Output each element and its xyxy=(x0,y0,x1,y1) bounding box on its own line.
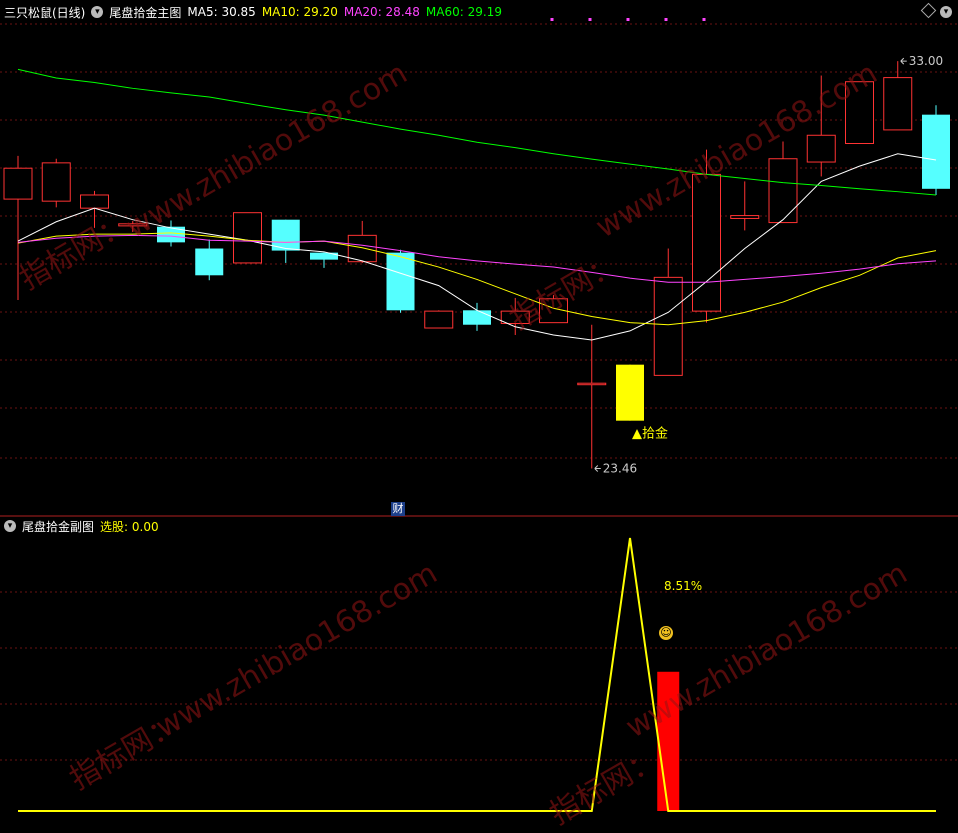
main-indicator-name[interactable]: 尾盘拾金主图 xyxy=(109,4,181,21)
max-arrow xyxy=(900,57,907,65)
candles xyxy=(3,61,950,469)
sub-chart: 8.51% xyxy=(18,537,936,812)
signal-dot xyxy=(626,18,630,21)
chevron-down-icon[interactable]: ▾ xyxy=(4,520,16,532)
stock-title: 三只松鼠(日线) xyxy=(4,5,86,20)
chevron-down-icon[interactable]: ▾ xyxy=(940,6,952,18)
select-line xyxy=(18,537,936,812)
candle-body xyxy=(806,134,836,163)
candle-body xyxy=(195,248,224,276)
candle-body xyxy=(883,77,913,131)
sub-indicator-name[interactable]: 尾盘拾金副图 xyxy=(22,518,94,535)
max-price-label: 33.00 xyxy=(909,54,943,68)
signal-dot xyxy=(702,18,706,21)
chart-canvas: 33.00 23.46 ▲拾金 8.51% xyxy=(0,18,958,812)
candle-body xyxy=(692,173,721,312)
percent-label: 8.51% xyxy=(664,579,702,593)
signal-label: ▲拾金 xyxy=(632,426,668,442)
candle-body xyxy=(80,194,109,209)
candle-body xyxy=(463,310,491,325)
main-header: 三只松鼠(日线) ▾ 尾盘拾金主图 MA5: 30.85 MA10: 29.20… xyxy=(4,3,508,21)
ma-line-ma20 xyxy=(17,234,937,283)
ma10-value: MA10: 29.20 xyxy=(261,5,338,19)
candle-body xyxy=(768,158,798,224)
signal-dot xyxy=(588,18,592,21)
candle-body xyxy=(616,364,644,421)
candle-body xyxy=(233,212,262,264)
candle-body xyxy=(347,234,377,263)
candle-body xyxy=(500,310,530,324)
candle-body xyxy=(730,215,760,219)
signal-dots xyxy=(550,18,706,21)
candle-body xyxy=(845,81,874,144)
cai-badge[interactable]: 财 xyxy=(391,502,405,516)
chevron-down-icon[interactable]: ▾ xyxy=(91,6,104,18)
candle-body xyxy=(922,114,950,189)
candle-body xyxy=(577,382,607,386)
candle-body xyxy=(386,252,415,311)
candle-body xyxy=(3,167,33,200)
select-value: 选股: 0.00 xyxy=(100,519,159,534)
signal-dot xyxy=(550,18,554,21)
min-price-label: 23.46 xyxy=(603,461,637,475)
candle-body xyxy=(118,223,148,227)
signal-bar xyxy=(657,671,680,811)
ma20-value: MA20: 28.48 xyxy=(343,5,420,19)
candle-body xyxy=(424,310,454,329)
ma60-value: MA60: 29.19 xyxy=(425,5,502,19)
min-arrow xyxy=(594,465,601,472)
candle-body xyxy=(41,162,71,202)
gridlines xyxy=(0,23,958,761)
moving-averages: 33.00 23.46 ▲拾金 xyxy=(17,54,943,475)
candle-body xyxy=(653,276,683,376)
smiley-icon: ☺ xyxy=(659,626,673,640)
sub-header: ▾ 尾盘拾金副图 选股: 0.00 xyxy=(4,517,165,535)
ma5-value: MA5: 30.85 xyxy=(187,5,256,19)
ma-line-ma60 xyxy=(17,68,937,196)
signal-dot xyxy=(664,18,668,21)
